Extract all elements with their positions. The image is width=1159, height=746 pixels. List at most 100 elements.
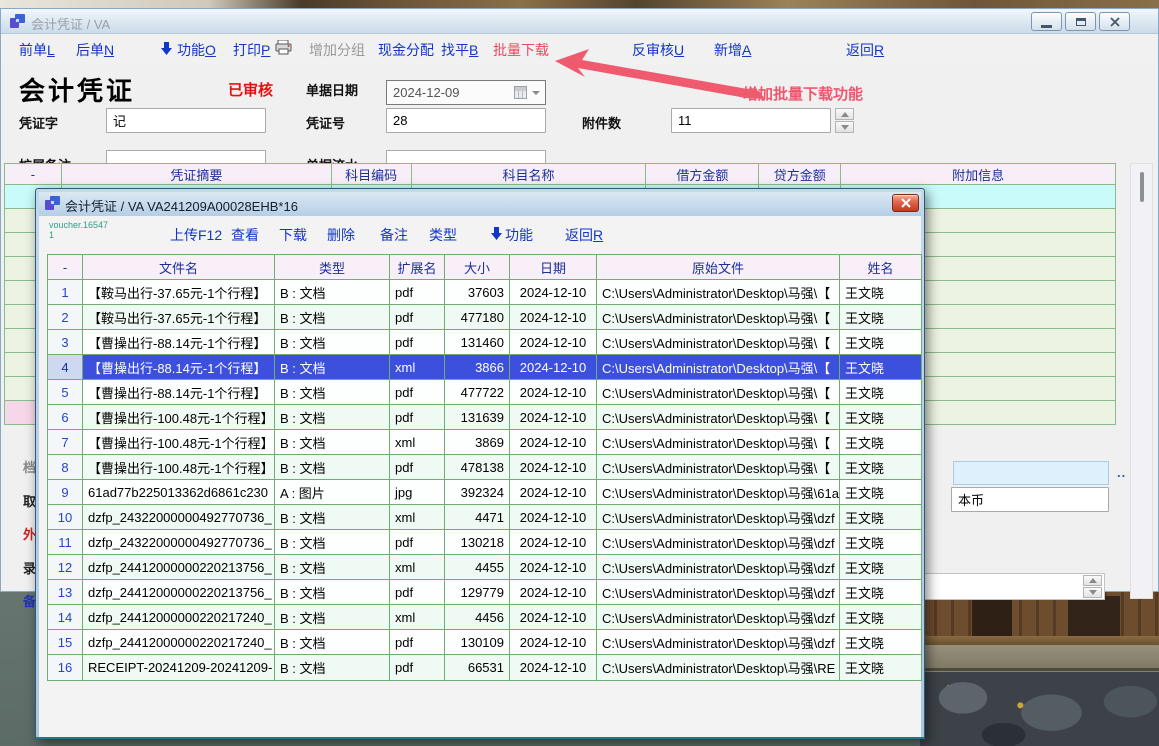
column-header: - bbox=[48, 255, 83, 279]
attachment-row[interactable]: 1【鞍马出行-37.65元-1个行程】B : 文档pdf376032024-12… bbox=[48, 280, 921, 305]
file-name: 【鞍马出行-37.65元-1个行程】 bbox=[83, 305, 275, 329]
file-type: B : 文档 bbox=[275, 605, 390, 629]
wallpaper-beam bbox=[920, 636, 1159, 645]
attachment-row[interactable]: 10dzfp_24322000000492770736_B : 文档xml447… bbox=[48, 505, 921, 530]
attachments-label: 附件数 bbox=[582, 113, 621, 132]
file-type: B : 文档 bbox=[275, 280, 390, 304]
attachments-field[interactable] bbox=[671, 108, 831, 133]
attachment-row[interactable]: 15dzfp_24412000000220217240_B : 文档pdf130… bbox=[48, 630, 921, 655]
column-header: 扩展名 bbox=[390, 255, 445, 279]
functions-down-arrow-icon[interactable] bbox=[161, 35, 172, 65]
attachment-row[interactable]: 11dzfp_24322000000492770736_B : 文档pdf130… bbox=[48, 530, 921, 555]
toolbar-type[interactable]: 类型 bbox=[429, 216, 457, 254]
attachment-row[interactable]: 16RECEIPT-20241209-20241209-B : 文档pdf665… bbox=[48, 655, 921, 680]
toolbar-delete[interactable]: 删除 bbox=[327, 216, 355, 254]
toolbar-download[interactable]: 下载 bbox=[279, 216, 307, 254]
maximize-button[interactable] bbox=[1065, 12, 1096, 31]
attachments-dialog: 会计凭证 / VA VA241209A00028EHB*16 voucher.1… bbox=[35, 188, 925, 739]
dialog-close-button[interactable] bbox=[892, 194, 919, 212]
toolbar-upload[interactable]: 上传F12 bbox=[170, 216, 222, 254]
vertical-scrollbar[interactable] bbox=[1130, 163, 1153, 599]
attachment-row[interactable]: 14dzfp_24412000000220217240_B : 文档xml445… bbox=[48, 605, 921, 630]
toolbar-remark[interactable]: 备注 bbox=[380, 216, 408, 254]
file-date: 2024-12-10 bbox=[510, 580, 597, 604]
stepper-up-icon[interactable] bbox=[835, 108, 854, 120]
attachment-row[interactable]: 8【曹操出行-100.48元-1个行程】B : 文档pdf4781382024-… bbox=[48, 455, 921, 480]
user-name: 王文晓 bbox=[840, 455, 921, 479]
toolbar-cash-allocation[interactable]: 现金分配 bbox=[378, 35, 434, 65]
approved-stamp: 已审核 bbox=[228, 79, 273, 100]
file-name: 【曹操出行-100.48元-1个行程】 bbox=[83, 405, 275, 429]
voucher-word-field[interactable] bbox=[106, 108, 266, 133]
toolbar-functions[interactable]: 功能 bbox=[505, 216, 533, 254]
attachments-stepper[interactable] bbox=[835, 108, 854, 133]
voucher-badge-count: 1 bbox=[49, 230, 108, 240]
dialog-toolbar: voucher.16547 1 上传F12查看下载删除备注类型 功能返回R bbox=[39, 216, 921, 254]
source-path: C:\Users\Administrator\Desktop\马强\【 bbox=[597, 430, 840, 454]
attachment-row[interactable]: 5【曹操出行-88.14元-1个行程】B : 文档pdf4777222024-1… bbox=[48, 380, 921, 405]
voucher-badge: voucher.16547 1 bbox=[49, 220, 108, 240]
row-number: 13 bbox=[48, 580, 83, 604]
voucher-no-field[interactable] bbox=[386, 108, 546, 133]
close-button[interactable] bbox=[1099, 12, 1130, 31]
file-date: 2024-12-10 bbox=[510, 405, 597, 429]
stepper-down-icon[interactable] bbox=[835, 121, 854, 133]
toolbar-return[interactable]: 返回R bbox=[565, 216, 603, 254]
toolbar-prev-voucher[interactable]: 前单L bbox=[19, 35, 55, 65]
file-name: 61ad77b225013362d6861c230 bbox=[83, 480, 275, 504]
file-type: B : 文档 bbox=[275, 380, 390, 404]
toolbar-view[interactable]: 查看 bbox=[231, 216, 259, 254]
toolbar-balance[interactable]: 找平B bbox=[441, 35, 478, 65]
file-size: 478138 bbox=[445, 455, 510, 479]
attachment-row[interactable]: 13dzfp_24412000000220213756_B : 文档pdf129… bbox=[48, 580, 921, 605]
attachment-row[interactable]: 7【曹操出行-100.48元-1个行程】B : 文档xml38692024-12… bbox=[48, 430, 921, 455]
attachment-row[interactable]: 3【曹操出行-88.14元-1个行程】B : 文档pdf1314602024-1… bbox=[48, 330, 921, 355]
desktop-wallpaper-photo bbox=[920, 592, 1159, 746]
date-field[interactable]: 2024-12-09 bbox=[386, 80, 546, 105]
file-ext: xml bbox=[390, 505, 445, 529]
stepper-up-icon[interactable] bbox=[1083, 575, 1102, 586]
file-date: 2024-12-10 bbox=[510, 305, 597, 329]
attachment-row[interactable]: 6【曹操出行-100.48元-1个行程】B : 文档pdf1316392024-… bbox=[48, 405, 921, 430]
stepper-down-icon[interactable] bbox=[1083, 587, 1102, 598]
toolbar-add-group[interactable]: 增加分组 bbox=[309, 35, 365, 65]
file-ext: pdf bbox=[390, 530, 445, 554]
file-ext: pdf bbox=[390, 455, 445, 479]
attachments-table-header: -文件名类型扩展名大小日期原始文件姓名 bbox=[48, 255, 921, 280]
user-name: 王文晓 bbox=[840, 630, 921, 654]
file-name: 【曹操出行-88.14元-1个行程】 bbox=[83, 355, 275, 379]
attachments-table: -文件名类型扩展名大小日期原始文件姓名1【鞍马出行-37.65元-1个行程】B … bbox=[47, 254, 922, 681]
source-path: C:\Users\Administrator\Desktop\马强\dzf bbox=[597, 555, 840, 579]
attachment-row[interactable]: 4【曹操出行-88.14元-1个行程】B : 文档xml38662024-12-… bbox=[48, 355, 921, 380]
scrollbar-thumb[interactable] bbox=[1140, 172, 1144, 202]
toolbar-print[interactable]: 打印P bbox=[233, 35, 270, 65]
row-number: 12 bbox=[48, 555, 83, 579]
window-title: 会计凭证 / VA bbox=[31, 14, 110, 33]
file-type: B : 文档 bbox=[275, 430, 390, 454]
file-type: B : 文档 bbox=[275, 655, 390, 680]
bottom-field-stepper[interactable] bbox=[1083, 575, 1102, 600]
more-button[interactable]: .. bbox=[1117, 465, 1126, 480]
attachment-row[interactable]: 961ad77b225013362d6861c230A : 图片jpg39232… bbox=[48, 480, 921, 505]
toolbar-return[interactable]: 返回R bbox=[846, 35, 884, 65]
file-ext: xml bbox=[390, 430, 445, 454]
file-name: dzfp_24412000000220213756_ bbox=[83, 580, 275, 604]
annotation-arrow-icon bbox=[541, 47, 766, 105]
row-number: 16 bbox=[48, 655, 83, 680]
currency-field[interactable] bbox=[951, 487, 1109, 512]
minimize-button[interactable] bbox=[1031, 12, 1062, 31]
toolbar-functions[interactable]: 功能O bbox=[177, 35, 216, 65]
side-highlight-field[interactable] bbox=[953, 461, 1109, 485]
attachment-row[interactable]: 2【鞍马出行-37.65元-1个行程】B : 文档pdf4771802024-1… bbox=[48, 305, 921, 330]
functions-down-arrow-icon[interactable] bbox=[491, 216, 502, 254]
file-date: 2024-12-10 bbox=[510, 505, 597, 529]
attachment-row[interactable]: 12dzfp_24412000000220213756_B : 文档xml445… bbox=[48, 555, 921, 580]
column-header: 贷方金额 bbox=[759, 164, 841, 184]
file-size: 131460 bbox=[445, 330, 510, 354]
printer-icon[interactable] bbox=[275, 35, 293, 65]
toolbar-next-voucher[interactable]: 后单N bbox=[76, 35, 114, 65]
wallpaper-doorway bbox=[972, 596, 1012, 636]
column-header: 日期 bbox=[510, 255, 597, 279]
file-size: 129779 bbox=[445, 580, 510, 604]
column-header: 文件名 bbox=[83, 255, 275, 279]
